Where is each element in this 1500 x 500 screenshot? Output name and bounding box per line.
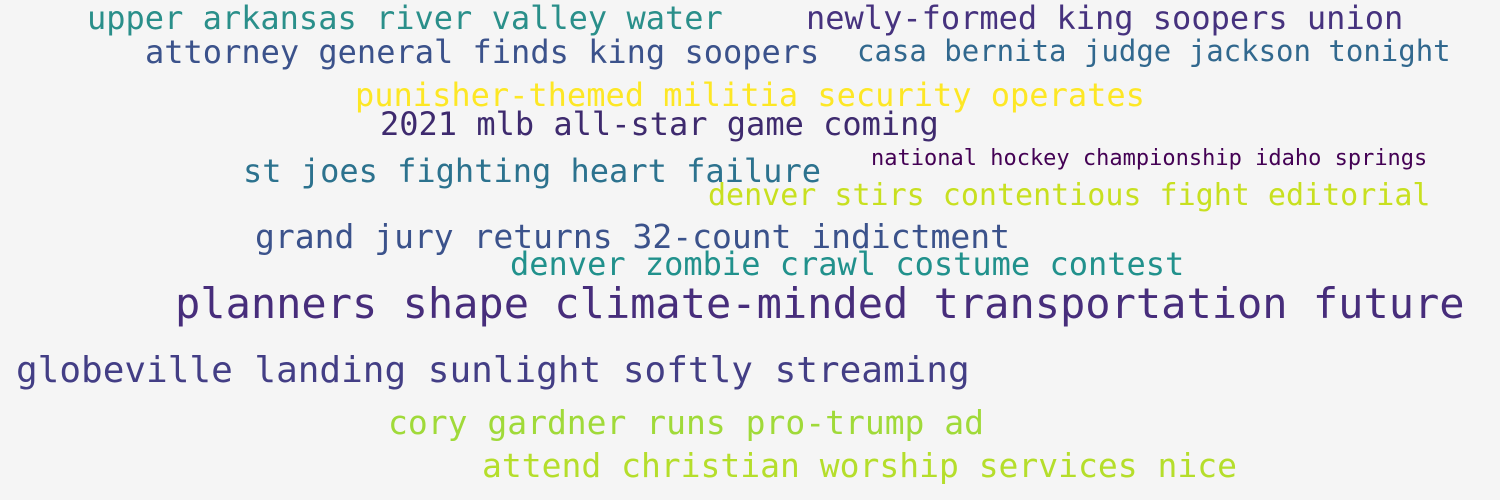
word-cloud-phrase: newly-formed king soopers union [806,0,1404,37]
word-cloud-phrase: national hockey championship idaho sprin… [871,146,1428,171]
word-cloud-phrase: globeville landing sunlight softly strea… [16,350,970,391]
word-cloud-phrase: casa bernita judge jackson tonight [857,34,1451,68]
word-cloud-phrase: attend christian worship services nice [482,446,1237,485]
word-cloud-phrase: planners shape climate-minded transporta… [175,279,1465,328]
word-cloud-phrase: denver zombie crawl costume contest [510,245,1185,283]
word-cloud-phrase: cory gardner runs pro-trump ad [388,403,985,442]
word-cloud-phrase: attorney general finds king soopers [145,33,820,71]
word-cloud: upper arkansas river valley water newly-… [0,0,1500,500]
word-cloud-phrase: denver stirs contentious fight editorial [708,178,1431,213]
word-cloud-phrase: 2021 mlb all-star game coming [380,105,939,143]
word-cloud-phrase: upper arkansas river valley water [87,0,723,37]
